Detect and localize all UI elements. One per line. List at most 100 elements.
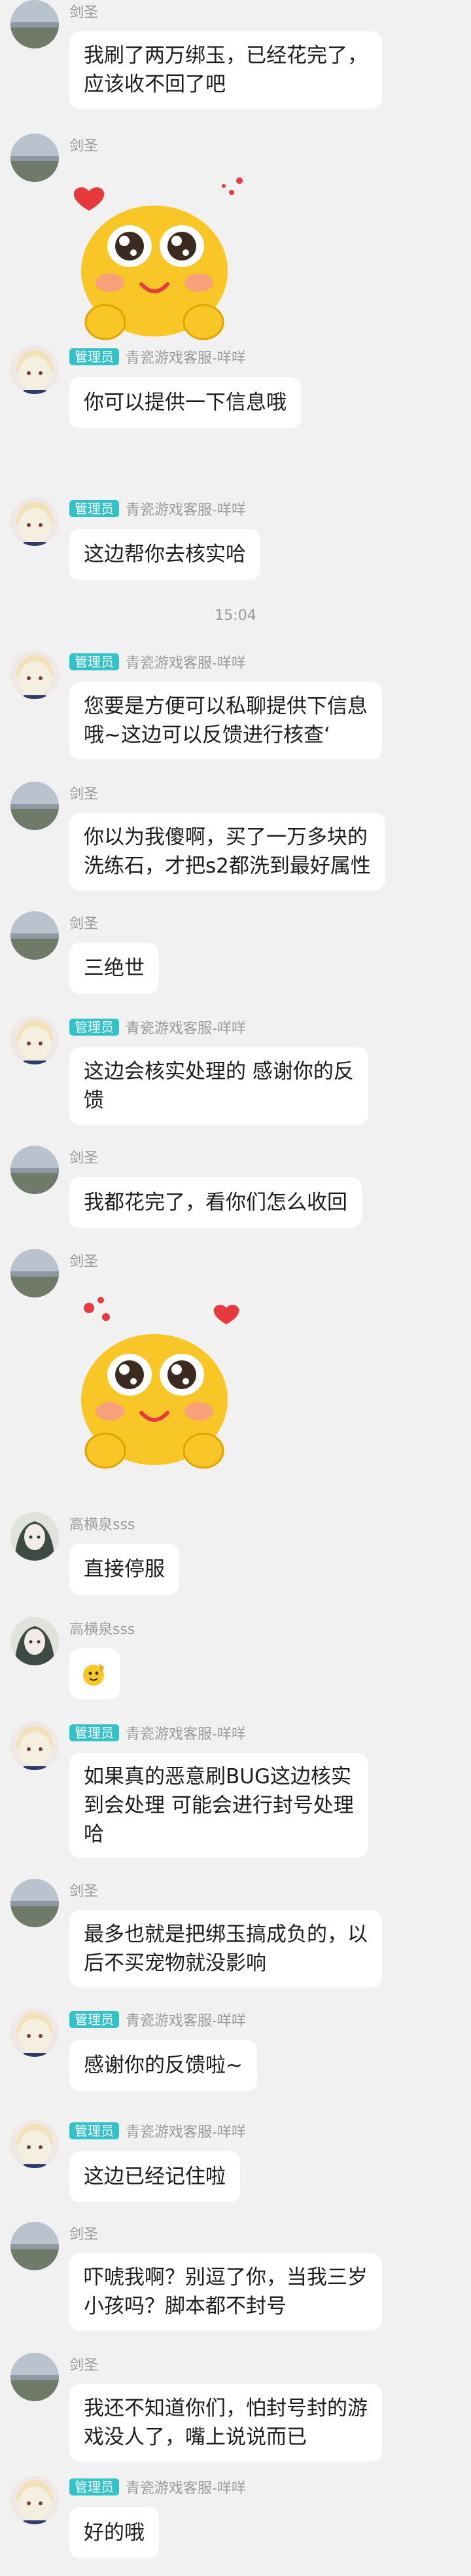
avatar-jiansheng[interactable] [10,134,59,182]
avatar-jiansheng[interactable] [10,2222,59,2270]
message-bubble[interactable]: 我都花完了，看你们怎么收回 [69,1177,362,1228]
sender-name-line: 管理员 青瓷游戏客服-咩咩 [69,652,246,672]
sender-name: 青瓷游戏客服-咩咩 [126,655,246,672]
sender-name-line: 管理员 青瓷游戏客服-咩咩 [69,1723,246,1743]
sender-name-line: 剑圣 [69,1,98,21]
avatar-jiansheng[interactable] [10,2353,59,2401]
message-bubble[interactable]: 最多也就是把绑玉搞成负的，以 后不买宠物就没影响 [69,1910,382,1987]
message-text: 三绝世 [84,956,145,980]
sender-name-line: 高横泉sss [69,1514,135,1533]
sender-name: 剑圣 [69,1150,99,1167]
admin-badge: 管理员 [69,2011,119,2028]
avatar-jiansheng[interactable] [10,0,59,48]
avatar-admin[interactable] [10,498,59,546]
message-bubble[interactable]: 这边已经记住啦 [69,2151,240,2202]
admin-badge: 管理员 [69,2478,119,2495]
sender-name: 青瓷游戏客服-咩咩 [126,1021,246,1037]
avatar-jiansheng[interactable] [10,1879,59,1927]
message-bubble[interactable]: 直接停服 [69,1544,179,1595]
sender-name: 青瓷游戏客服-咩咩 [126,1726,246,1743]
sender-name-line: 高横泉sss [69,1618,135,1638]
avatar-jiansheng[interactable] [10,911,59,960]
admin-badge: 管理员 [69,1724,119,1741]
sender-name: 青瓷游戏客服-咩咩 [126,2480,246,2497]
message-bubble[interactable]: 我刷了两万绑玉，已经花完了， 应该收不回了吧 [69,31,382,109]
admin-badge: 管理员 [69,348,119,365]
avatar-admin[interactable] [10,1016,59,1064]
sender-name-line: 管理员 青瓷游戏客服-咩咩 [69,2477,246,2497]
sender-name-line: 管理员 青瓷游戏客服-咩咩 [69,2121,246,2141]
sender-name: 青瓷游戏客服-咩咩 [126,350,246,367]
sender-name: 剑圣 [69,2357,99,2374]
sender-name-line: 管理员 青瓷游戏客服-咩咩 [69,1017,246,1037]
message-text: 感谢你的反馈啦~ [84,2054,243,2077]
avatar-jiansheng[interactable] [10,1249,59,1297]
message-bubble[interactable]: 三绝世 [69,943,159,994]
message-text: 你可以提供一下信息哦 [84,391,287,414]
message-bubble[interactable]: 感谢你的反馈啦~ [69,2040,257,2091]
message-bubble[interactable]: 吓唬我啊？别逗了你，当我三岁 小孩吗？脚本都不封号 [69,2253,382,2331]
avatar-admin[interactable] [10,651,59,699]
avatar-gao[interactable] [10,1617,59,1665]
message-text: 好的哦 [84,2521,145,2545]
message-bubble[interactable]: 你可以提供一下信息哦 [69,377,301,428]
sender-name-line: 剑圣 [69,1147,98,1167]
message-text: 您要是方便可以私聊提供下信息 哦~这边可以反馈进行核查‘ [84,695,368,747]
message-bubble[interactable]: 这边帮你去核实哈 [69,529,260,580]
sender-name-line: 剑圣 [69,1880,98,1900]
sender-name-line: 剑圣 [69,1250,98,1270]
avatar-jiansheng[interactable] [10,782,59,830]
sender-name: 高横泉sss [69,1517,135,1533]
sender-name: 剑圣 [69,916,99,932]
sender-name-line: 剑圣 [69,2354,98,2374]
message-text: 如果真的恶意刷BUG这边核实 到会处理 可能会进行封号处理 哈 [84,1765,354,1846]
avatar-admin[interactable] [10,346,59,394]
admin-badge: 管理员 [69,653,119,670]
small-emoji-sticker[interactable] [69,1648,120,1699]
message-text: 我刷了两万绑玉，已经花完了， 应该收不回了吧 [84,44,368,96]
message-text: 这边已经记住啦 [84,2165,226,2188]
cute-face-hearts-sticker[interactable] [69,173,253,352]
avatar-admin[interactable] [10,1722,59,1770]
message-bubble[interactable]: 这边会核实处理的 感谢你的反 馈 [69,1047,368,1125]
admin-badge: 管理员 [69,1019,119,1036]
sender-name-line: 剑圣 [69,783,98,803]
sender-name: 青瓷游戏客服-咩咩 [126,2124,246,2141]
message-bubble[interactable]: 好的哦 [69,2507,159,2558]
message-text: 这边会核实处理的 感谢你的反 馈 [84,1060,354,1112]
avatar-admin[interactable] [10,2476,59,2524]
message-text: 我还不知道你们，怕封号封的游 戏没人了，嘴上说说而已 [84,2397,368,2449]
sender-name: 剑圣 [69,1254,99,1270]
emoji-icon [83,1663,104,1686]
sender-name: 剑圣 [69,1883,99,1900]
message-text: 你以为我傻啊，买了一万多块的 洗练石，才把s2都洗到最好属性 [84,825,371,878]
sender-name: 剑圣 [69,138,99,154]
message-bubble[interactable]: 我还不知道你们，怕封号封的游 戏没人了，嘴上说说而已 [69,2384,382,2461]
sender-name: 剑圣 [69,5,99,21]
sender-name: 剑圣 [69,2226,99,2243]
message-bubble[interactable]: 您要是方便可以私聊提供下信息 哦~这边可以反馈进行核查‘ [69,682,382,759]
sender-name-line: 管理员 青瓷游戏客服-咩咩 [69,347,246,367]
sender-name: 青瓷游戏客服-咩咩 [126,2013,246,2029]
message-bubble[interactable]: 如果真的恶意刷BUG这边核实 到会处理 可能会进行封号处理 哈 [69,1753,368,1858]
message-text: 最多也就是把绑玉搞成负的，以 后不买宠物就没影响 [84,1923,368,1975]
avatar-admin[interactable] [10,2120,59,2168]
sender-name-line: 剑圣 [69,913,98,932]
sender-name: 青瓷游戏客服-咩咩 [126,502,246,518]
message-text: 直接停服 [84,1557,165,1581]
sender-name: 剑圣 [69,786,99,803]
message-text: 这边帮你去核实哈 [84,543,246,566]
sender-name-line: 剑圣 [69,2223,98,2243]
sender-name: 高横泉sss [69,1622,135,1638]
sender-name-line: 剑圣 [69,135,98,154]
message-bubble[interactable]: 你以为我傻啊，买了一万多块的 洗练石，才把s2都洗到最好属性 [69,813,385,890]
avatar-admin[interactable] [10,2008,59,2057]
sender-name-line: 管理员 青瓷游戏客服-咩咩 [69,499,246,518]
admin-badge: 管理员 [69,500,119,517]
sender-name-line: 管理员 青瓷游戏客服-咩咩 [69,2010,246,2029]
avatar-gao[interactable] [10,1512,59,1561]
message-text: 吓唬我啊？别逗了你，当我三岁 小孩吗？脚本都不封号 [84,2266,368,2318]
cute-face-hearts-sticker[interactable] [69,1288,253,1481]
avatar-jiansheng[interactable] [10,1146,59,1194]
admin-badge: 管理员 [69,2122,119,2139]
